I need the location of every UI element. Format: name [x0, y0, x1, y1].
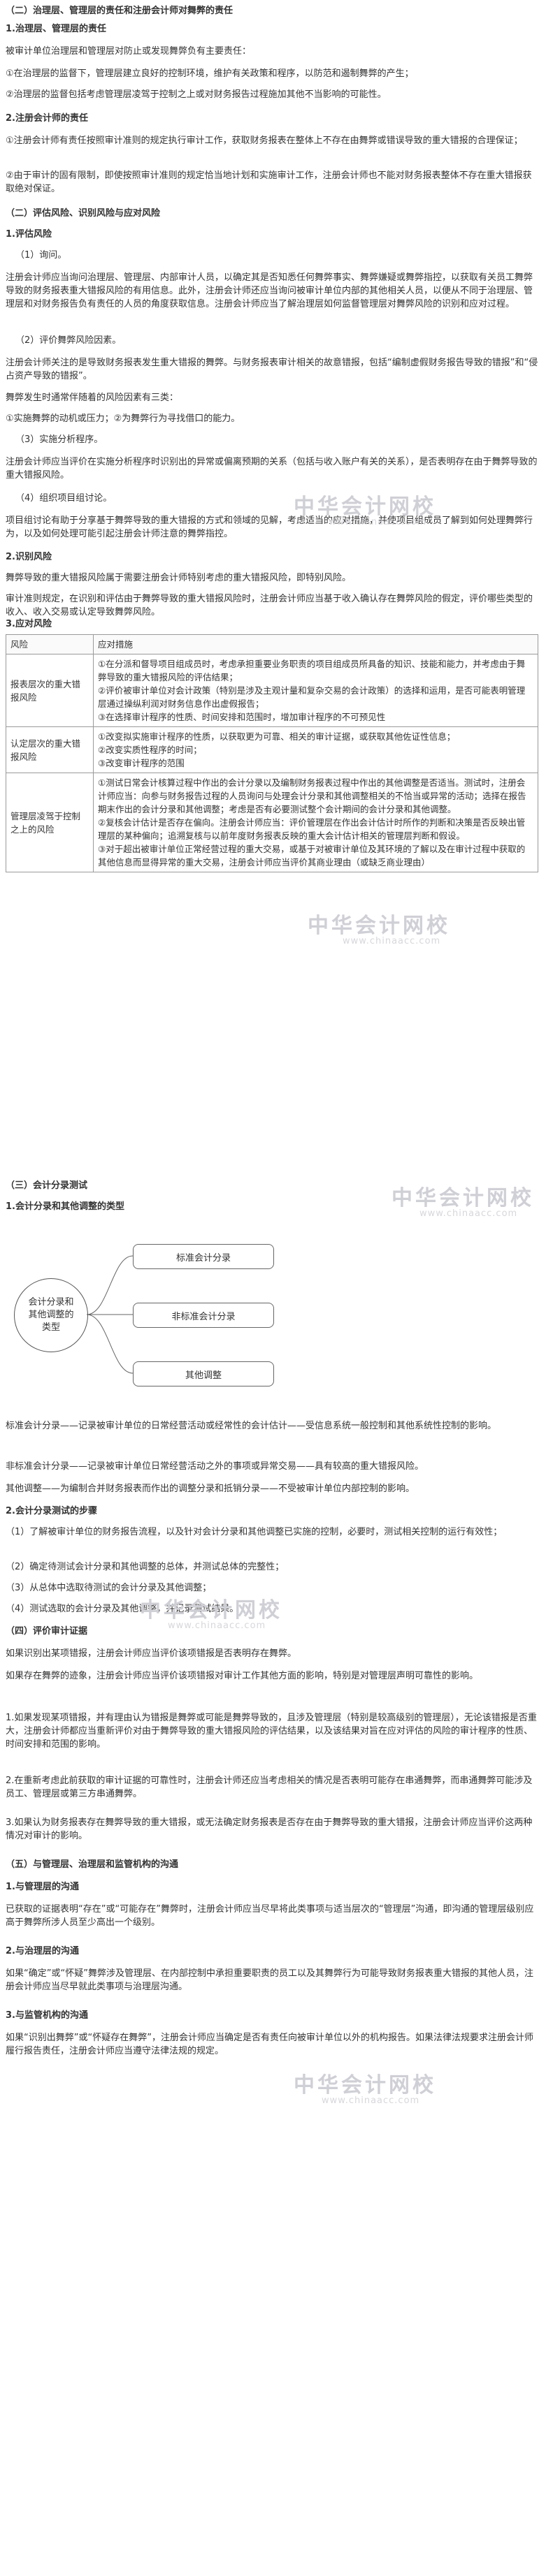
subsection-title: 1.评估风险: [6, 229, 52, 240]
watermark-url: www.chinaacc.com: [322, 2095, 420, 2106]
risk-cell: 管理层凌驾于控制之上的风险: [6, 773, 94, 872]
paragraph: 已获取的证据表明“存在”或“可能存在”舞弊时，注册会计师应当尽早将此类事项与适当…: [6, 1904, 534, 1928]
paragraph: ①在治理层的监督下，管理层建立良好的控制环境，维护有关政策和程序，以防范和遏制舞…: [6, 68, 414, 79]
diagram-box-other: 其他调整: [133, 1361, 274, 1386]
risk-response-table: 风险 应对措施 报表层次的重大错报风险 ①在分派和督导项目组成员时，考虑承担重要…: [6, 634, 538, 872]
subsection-title: 3.与监管机构的沟通: [6, 2010, 88, 2021]
watermark-text: 中华会计网校: [294, 2073, 436, 2098]
measures-cell: ①在分派和督导项目组成员时，考虑承担重要业务职责的项目组成员所具备的知识、技能和…: [93, 654, 538, 727]
item-heading: （1）询问。: [15, 250, 67, 261]
measure-item: ③在选择审计程序的性质、时间安排和范围时，增加审计程序的不可预见性: [98, 712, 386, 722]
paragraph: 审计准则规定，在识别和评估由于舞弊导致的重大错报风险时，注册会计师应当基于收入确…: [6, 594, 533, 617]
entry-type-diagram: 会计分录和其他调整的类型 标准会计分录 非标准会计分录 其他调整: [14, 1228, 294, 1403]
paragraph: 其他调整——为编制合并财务报表而作出的调整分录和抵销分录——不受被审计单位内部控…: [6, 1484, 415, 1494]
paragraph: （2）确定待测试会计分录和其他调整的总体，并测试总体的完整性；: [6, 1562, 285, 1572]
subsection-title: 2.会计分录测试的步骤: [6, 1506, 97, 1516]
paragraph: 如果识别出某项错报，注册会计师应当评价该项错报是否表明存在舞弊。: [6, 1648, 297, 1659]
paragraph: 注册会计师关注的是导致财务报表发生重大错报的舞弊。与财务报表审计相关的故意错报，…: [6, 358, 538, 381]
paragraph: 标准会计分录——记录被审计单位的日常经营活动或经常性的会计估计——受信息系统一般…: [6, 1421, 497, 1431]
risk-cell: 认定层次的重大错报风险: [6, 726, 94, 773]
paragraph: ②治理层的监督包括考虑管理层凌驾于控制之上或对财务报告过程施加其他不当影响的可能…: [6, 89, 387, 100]
section-title: （四）评价审计证据: [6, 1626, 88, 1637]
table-row: 认定层次的重大错报风险 ①改变拟实施审计程序的性质，以获取更为可靠、相关的审计证…: [6, 726, 538, 773]
paragraph: （4）测试选取的会计分录及其他调整，并记录测试结果。: [6, 1604, 239, 1614]
paragraph: 1.如果发现某项错报，并有理由认为错报是舞弊或可能是舞弊导致的，且涉及管理层（特…: [6, 1713, 537, 1750]
measure-item: ②复核会计估计是否存在偏向。注册会计师应当：评价管理层在作出会计估计时所作的判断…: [98, 817, 526, 841]
subsection-title: 2.识别风险: [6, 552, 52, 562]
paragraph: 舞弊导致的重大错报风险属于需要注册会计师特别考虑的重大错报风险，即特别风险。: [6, 573, 352, 583]
paragraph: 3.如果认为财务报表存在舞弊导致的重大错报，或无法确定财务报表是否存在由于舞弊导…: [6, 1817, 533, 1841]
section-title: （二）治理层、管理层的责任和注册会计师对舞弊的责任: [6, 6, 234, 16]
measure-item: ①改变拟实施审计程序的性质，以获取更为可靠、相关的审计证据，或获取其他佐证性信息…: [98, 731, 456, 742]
subsection-title: 2.与治理层的沟通: [6, 1946, 79, 1956]
subsection-title: 1.治理层、管理层的责任: [6, 24, 106, 34]
paragraph: ②由于审计的固有限制，即使按照审计准则的规定恰当地计划和实施审计工作，注册会计师…: [6, 170, 532, 194]
measure-item: ③对于超出被审计单位正常经营过程的重大交易，或基于对被审计单位及其环境的了解以及…: [98, 844, 526, 868]
diagram-box-standard: 标准会计分录: [133, 1244, 274, 1269]
paragraph: 2.在重新考虑此前获取的审计证据的可靠性时，注册会计师还应当考虑相关的情况是否表…: [6, 1776, 533, 1799]
paragraph: 注册会计师应当评价在实施分析程序时识别出的异常或偏离预期的关系（包括与收入账户有…: [6, 457, 538, 481]
table-row: 管理层凌驾于控制之上的风险 ①测试日常会计核算过程中作出的会计分录以及编制财务报…: [6, 773, 538, 872]
document-page: （二）治理层、管理层的责任和注册会计师对舞弊的责任 1.治理层、管理层的责任 被…: [0, 0, 546, 2576]
subsection-title: 1.与管理层的沟通: [6, 1882, 79, 1892]
paragraph: 注册会计师应当询问治理层、管理层、内部审计人员，以确定其是否知悉任何舞弊事实、舞…: [6, 272, 533, 309]
paragraph: 如果“确定”或“怀疑”舞弊涉及管理层、在内部控制中承担重要职责的员工以及其舞弊行…: [6, 1968, 533, 1992]
section-title: （二）评估风险、识别风险与应对风险: [6, 208, 161, 219]
measure-item: ②评价被审计单位对会计政策（特别是涉及主观计量和复杂交易的会计政策）的选择和运用…: [98, 685, 526, 709]
measure-item: ②改变实质性程序的时间；: [98, 745, 202, 755]
risk-cell: 报表层次的重大错报风险: [6, 654, 94, 727]
paragraph: 如果存在舞弊的迹象，注册会计师应当评价该项错报对审计工作其他方面的影响，特别是对…: [6, 1671, 479, 1681]
measures-cell: ①改变拟实施审计程序的性质，以获取更为可靠、相关的审计证据，或获取其他佐证性信息…: [93, 726, 538, 773]
connector-line: [86, 1255, 134, 1315]
subsection-title: 3.应对风险: [6, 619, 52, 629]
table-row: 报表层次的重大错报风险 ①在分派和督导项目组成员时，考虑承担重要业务职责的项目组…: [6, 654, 538, 727]
connector-line: [86, 1314, 134, 1374]
paragraph: 如果“识别出舞弊”或“怀疑存在舞弊”，注册会计师应当确定是否有责任向被审计单位以…: [6, 2033, 533, 2056]
paragraph: （1）了解被审计单位的财务报告流程，以及针对会计分录和其他调整已实施的控制，必要…: [6, 1527, 503, 1537]
measure-item: ①测试日常会计核算过程中作出的会计分录以及编制财务报表过程中作出的其他调整是否适…: [98, 777, 526, 814]
watermark-text: 中华会计网校: [308, 914, 450, 938]
diagram-center-label: 会计分录和其他调整的类型: [28, 1297, 74, 1333]
paragraph: ①实施舞弊的动机或压力；②为舞弊行为寻找借口的能力。: [6, 414, 240, 424]
item-heading: （3）实施分析程序。: [15, 434, 103, 445]
measure-item: ①在分派和督导项目组成员时，考虑承担重要业务职责的项目组成员所具备的知识、技能和…: [98, 659, 526, 682]
paragraph: 项目组讨论有助于分享基于舞弊导致的重大错报的方式和领域的见解，考虑适当的应对措施…: [6, 515, 533, 539]
paragraph: 被审计单位治理层和管理层对防止或发现舞弊负有主要责任：: [6, 46, 252, 57]
section-title: （五）与管理层、治理层和监管机构的沟通: [6, 1859, 179, 1870]
diagram-box-nonstandard: 非标准会计分录: [133, 1303, 274, 1328]
item-heading: （2）评价舞弊风险因素。: [15, 335, 122, 346]
measure-item: ③改变审计程序的范围: [98, 758, 185, 768]
measures-cell: ①测试日常会计核算过程中作出的会计分录以及编制财务报表过程中作出的其他调整是否适…: [93, 773, 538, 872]
paragraph: ①注册会计师有责任按照审计准则的规定执行审计工作，获取财务报表在整体上不存在由舞…: [6, 136, 523, 146]
table-header-row: 风险 应对措施: [6, 634, 538, 654]
section-title: （三）会计分录测试: [6, 1180, 88, 1191]
table-header-risk: 风险: [6, 634, 94, 654]
subsection-title: 1.会计分录和其他调整的类型: [6, 1201, 124, 1212]
table-header-measures: 应对措施: [93, 634, 538, 654]
paragraph: 非标准会计分录——记录被审计单位日常经营活动之外的事项或异常交易——具有较高的重…: [6, 1461, 424, 1472]
diagram-center-node: 会计分录和其他调整的类型: [14, 1278, 88, 1352]
paragraph: 舞弊发生时通常伴随着的风险因素有三类：: [6, 393, 179, 403]
watermark-url: www.chinaacc.com: [343, 936, 441, 946]
paragraph: （3）从总体中选取待测试的会计分录及其他调整；: [6, 1583, 212, 1593]
subsection-title: 2.注册会计师的责任: [6, 113, 88, 124]
item-heading: （4）组织项目组讨论。: [15, 493, 113, 504]
